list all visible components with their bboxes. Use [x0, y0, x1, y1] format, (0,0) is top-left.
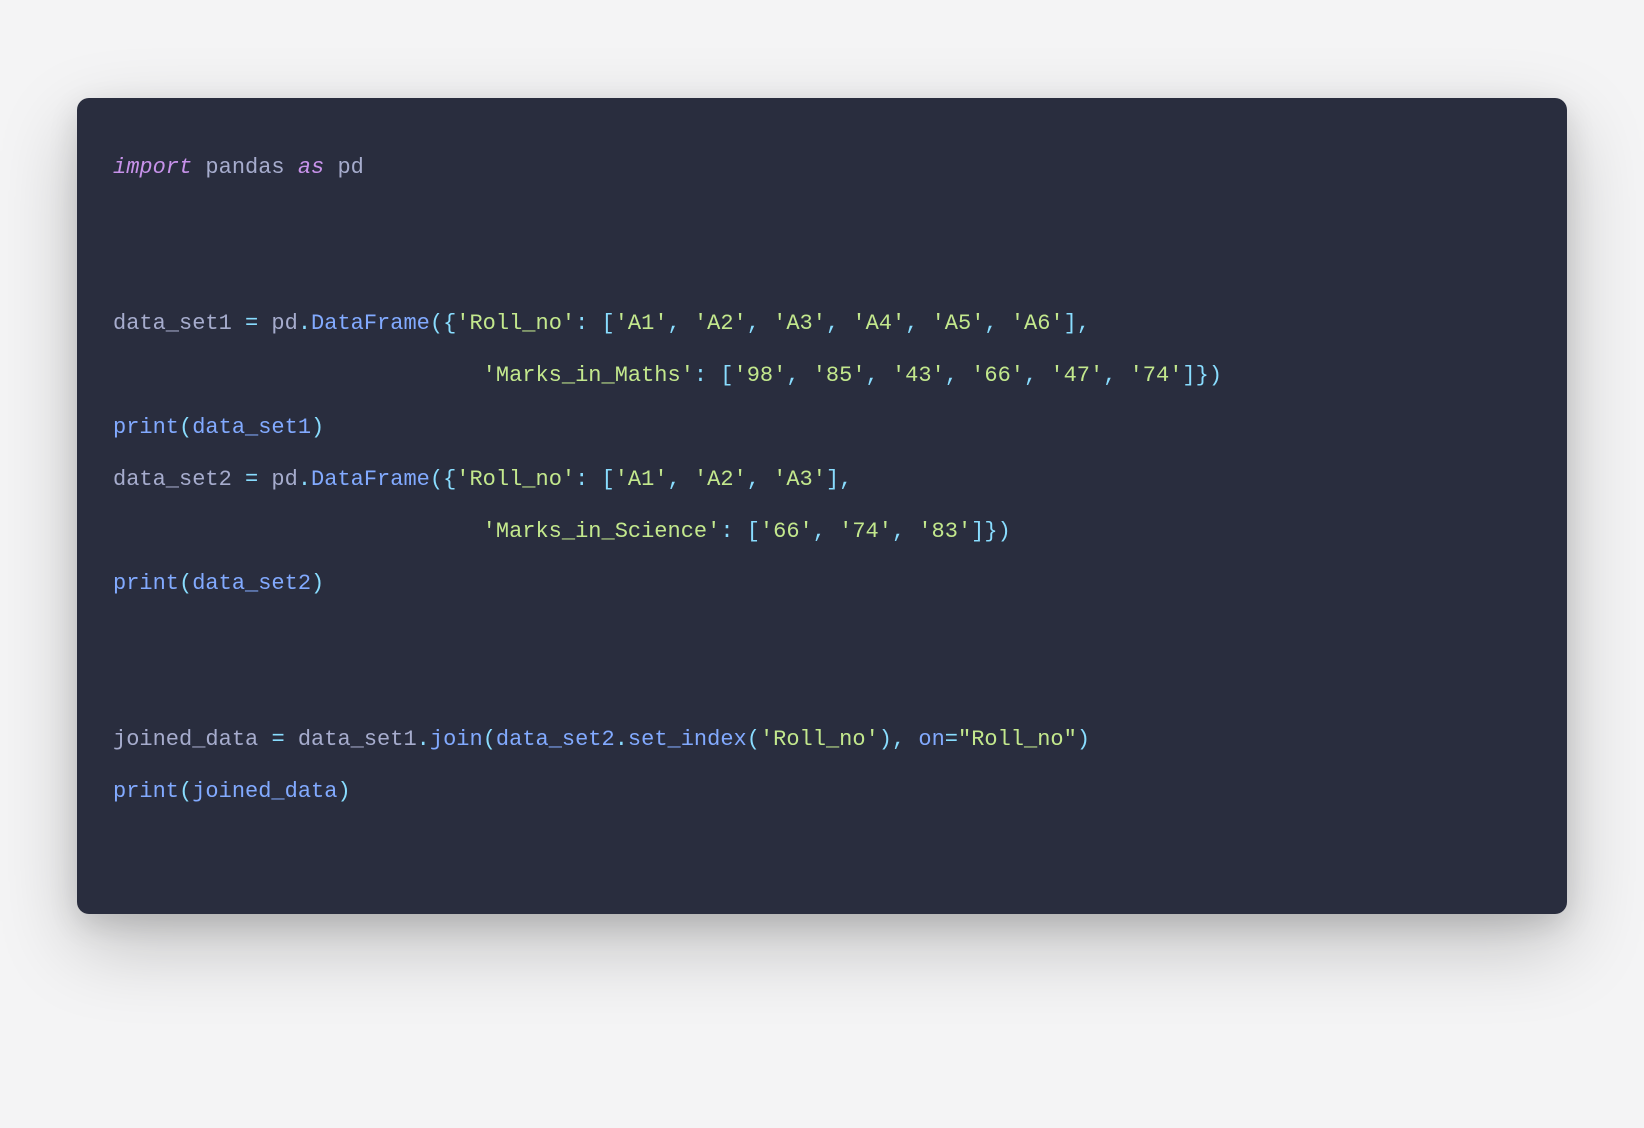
code-card: import pandas as pd data_set1 = pd.DataF…: [77, 98, 1567, 914]
colon: :: [575, 311, 588, 336]
str: 'A2': [694, 311, 747, 336]
paren: ): [311, 571, 324, 596]
str: '74': [839, 519, 892, 544]
comma: ,: [813, 519, 839, 544]
ident: joined_data: [113, 727, 271, 752]
module-name: pandas: [192, 155, 298, 180]
str: 'Roll_no': [456, 467, 575, 492]
str: 'A4': [852, 311, 905, 336]
str: "Roll_no": [958, 727, 1077, 752]
lbracket: [: [734, 519, 760, 544]
str: '85': [813, 363, 866, 388]
close: ]}): [1182, 363, 1222, 388]
dot: .: [298, 311, 311, 336]
str: 'A5': [932, 311, 985, 336]
arg: data_set2: [496, 727, 615, 752]
str: 'A3': [773, 467, 826, 492]
fn-dataframe: DataFrame: [311, 467, 430, 492]
colon: :: [575, 467, 588, 492]
comma: ,: [1103, 363, 1129, 388]
comma: ,: [747, 467, 773, 492]
lbracket: [: [588, 311, 614, 336]
comma: ,: [1024, 363, 1050, 388]
fn-setindex: set_index: [628, 727, 747, 752]
str: '43': [892, 363, 945, 388]
str: '74': [1130, 363, 1183, 388]
rbracket: ],: [826, 467, 852, 492]
paren: (: [747, 727, 760, 752]
close: ]}): [971, 519, 1011, 544]
pad: [113, 519, 483, 544]
kwarg: on: [905, 727, 945, 752]
fn-join: join: [430, 727, 483, 752]
comma: ,: [984, 311, 1010, 336]
paren: ): [311, 415, 324, 440]
fn-dataframe: DataFrame: [311, 311, 430, 336]
dot: .: [298, 467, 311, 492]
colon: :: [720, 519, 733, 544]
str: '83': [918, 519, 971, 544]
lbracket: [: [588, 467, 614, 492]
fn-print: print: [113, 779, 179, 804]
arg: data_set1: [192, 415, 311, 440]
op-eq: =: [245, 311, 258, 336]
paren: (: [179, 571, 192, 596]
comma: ,: [945, 363, 971, 388]
ident: data_set2: [113, 467, 245, 492]
dot: .: [615, 727, 628, 752]
ident: data_set1: [113, 311, 245, 336]
open: ({: [430, 311, 456, 336]
str: '47': [1050, 363, 1103, 388]
op-eq: =: [945, 727, 958, 752]
comma: ,: [826, 311, 852, 336]
str: 'A1': [615, 311, 668, 336]
str: 'A2': [694, 467, 747, 492]
paren: (: [483, 727, 496, 752]
str: 'Roll_no': [760, 727, 879, 752]
comma: ,: [786, 363, 812, 388]
dot: .: [417, 727, 430, 752]
comma: ,: [747, 311, 773, 336]
arg: data_set2: [192, 571, 311, 596]
ident: data_set1: [285, 727, 417, 752]
alias: pd: [324, 155, 364, 180]
paren: ): [337, 779, 350, 804]
comma: ,: [905, 311, 931, 336]
str: '98': [734, 363, 787, 388]
paren: ): [1077, 727, 1090, 752]
paren: (: [179, 415, 192, 440]
comma: ,: [668, 311, 694, 336]
fn-print: print: [113, 415, 179, 440]
comma: ,: [866, 363, 892, 388]
paren: ),: [879, 727, 905, 752]
rbracket: ],: [1064, 311, 1090, 336]
colon: :: [694, 363, 707, 388]
str: 'Marks_in_Maths': [483, 363, 694, 388]
comma: ,: [892, 519, 918, 544]
op-eq: =: [271, 727, 284, 752]
comma: ,: [668, 467, 694, 492]
paren: (: [179, 779, 192, 804]
code-block: import pandas as pd data_set1 = pd.DataF…: [113, 142, 1531, 818]
keyword-import: import: [113, 155, 192, 180]
pad: [113, 363, 483, 388]
str: 'Marks_in_Science': [483, 519, 721, 544]
lbracket: [: [707, 363, 733, 388]
str: '66': [971, 363, 1024, 388]
ident: pd: [258, 467, 298, 492]
ident: pd: [258, 311, 298, 336]
op-eq: =: [245, 467, 258, 492]
open: ({: [430, 467, 456, 492]
str: 'A1': [615, 467, 668, 492]
fn-print: print: [113, 571, 179, 596]
str: '66': [760, 519, 813, 544]
arg: joined_data: [192, 779, 337, 804]
keyword-as: as: [298, 155, 324, 180]
str: 'A6': [1011, 311, 1064, 336]
str: 'A3': [773, 311, 826, 336]
str: 'Roll_no': [456, 311, 575, 336]
